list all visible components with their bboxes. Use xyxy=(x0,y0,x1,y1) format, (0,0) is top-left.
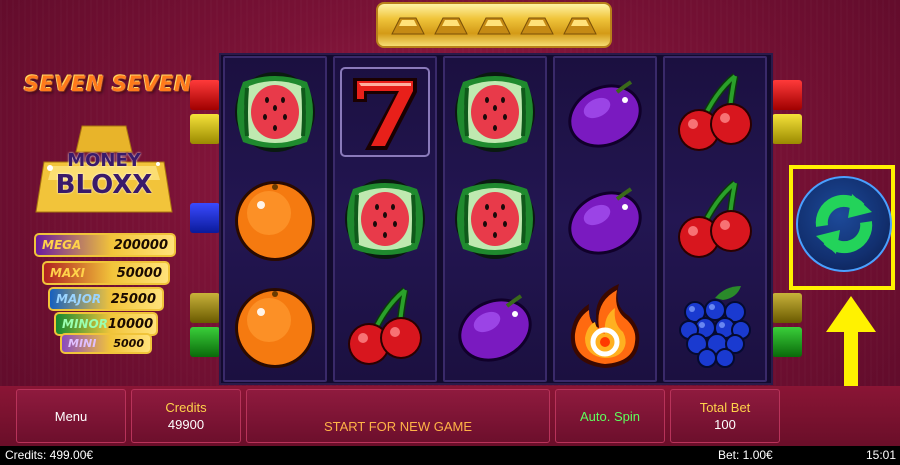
credits-value: 49900 xyxy=(167,417,205,432)
jackpot-major-value: 25000 xyxy=(110,291,156,307)
fire-icon xyxy=(555,276,655,376)
total-bet-value: 100 xyxy=(714,417,736,432)
line-marker-right xyxy=(772,114,802,144)
jackpot-mega-label: MEGA xyxy=(42,238,82,252)
logo-money-bloxx: MONEY BLOXX xyxy=(32,122,176,214)
line-marker-right xyxy=(772,327,802,357)
seven-icon xyxy=(335,62,435,162)
jackpot-maxi: MAXI 50000 xyxy=(42,261,170,285)
gold-ingot-icon xyxy=(390,17,425,35)
gold-ingot-icon xyxy=(477,17,511,35)
total-bet-button[interactable]: Total Bet 100 xyxy=(670,389,780,443)
watermelon-icon xyxy=(445,62,545,162)
start-label: START FOR NEW GAME xyxy=(323,418,473,434)
status-bar: Credits: 499.00€ Bet: 1.00€ 15:01 xyxy=(0,446,900,465)
jackpot-mega-value: 200000 xyxy=(113,237,168,253)
line-marker-left xyxy=(190,293,220,323)
logo-seven-seven: SEVEN SEVEN xyxy=(24,72,193,96)
total-bet-label: Total Bet xyxy=(699,400,751,415)
credits-label: Credits xyxy=(165,400,207,415)
jackpot-mini-value: 5000 xyxy=(113,337,144,350)
line-marker-left xyxy=(190,327,220,357)
orange-icon xyxy=(225,169,325,269)
watermelon-icon xyxy=(445,169,545,269)
jackpot-minor-value: 10000 xyxy=(107,316,154,332)
credits-display: Credits 49900 xyxy=(131,389,241,443)
cherry-icon xyxy=(335,276,435,376)
autospin-button[interactable]: Auto. Spin xyxy=(555,389,665,443)
jackpot-maxi-value: 50000 xyxy=(116,265,162,281)
watermelon-icon xyxy=(225,62,325,162)
gold-ingot-icon xyxy=(433,17,468,35)
gold-ingot-icon xyxy=(563,17,598,35)
grapes-icon xyxy=(665,276,765,376)
plum-icon xyxy=(555,62,655,162)
line-marker-right xyxy=(772,80,802,110)
menu-button[interactable]: Menu xyxy=(16,389,126,443)
line-marker-left xyxy=(190,114,220,144)
start-button[interactable]: START FOR NEW GAME xyxy=(246,389,550,443)
plum-icon xyxy=(445,276,545,376)
status-time: 15:01 xyxy=(866,448,897,462)
jackpot-maxi-label: MAXI xyxy=(50,266,85,280)
jackpot-mini-label: MINI xyxy=(68,337,97,350)
status-bet: Bet: 1.00€ xyxy=(718,448,773,462)
jackpot-minor-label: MINOR xyxy=(62,317,108,331)
line-marker-left xyxy=(190,203,220,233)
status-credits: Credits: 499.00€ xyxy=(5,448,94,462)
logo-money-text: MONEY xyxy=(67,150,141,171)
plum-icon xyxy=(555,169,655,269)
jackpot-major-label: MAJOR xyxy=(56,292,102,306)
jackpot-mega: MEGA 200000 xyxy=(34,233,176,257)
jackpot-major: MAJOR 25000 xyxy=(48,287,164,311)
line-marker-left xyxy=(190,80,220,110)
logo-bloxx-text: BLOXX xyxy=(55,170,153,200)
gold-bricks-bar xyxy=(376,2,612,48)
spin-button[interactable] xyxy=(796,176,892,272)
line-marker-right xyxy=(772,293,802,323)
orange-icon xyxy=(225,276,325,376)
refresh-arrows-icon xyxy=(815,194,873,254)
gold-ingot-icon xyxy=(520,17,554,35)
jackpot-mini: MINI 5000 xyxy=(60,333,152,354)
cherry-icon xyxy=(665,62,765,162)
autospin-label: Auto. Spin xyxy=(580,408,640,424)
menu-label: Menu xyxy=(54,408,88,424)
cherry-icon xyxy=(665,169,765,269)
watermelon-icon xyxy=(335,169,435,269)
